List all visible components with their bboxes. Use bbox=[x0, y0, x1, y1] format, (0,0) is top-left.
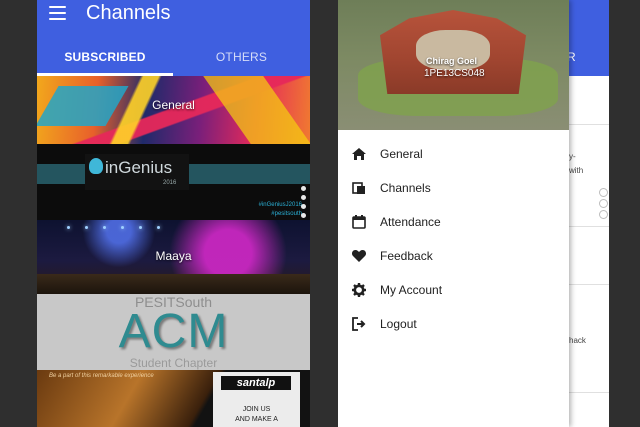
drawer-header: Chirag Goel 1PE13CS048 bbox=[338, 0, 569, 130]
channels-icon bbox=[352, 182, 365, 194]
channels-screen: Channels SUBSCRIBED OTHERS General inGen… bbox=[37, 0, 310, 427]
channel-card-santalp[interactable]: Be a part of this remarkable experience … bbox=[37, 370, 310, 427]
acm-logo: ACM bbox=[118, 305, 229, 358]
channel-card-general[interactable]: General bbox=[37, 76, 310, 144]
profile-name: Chirag Goel bbox=[426, 56, 478, 66]
drawer-item-label: My Account bbox=[380, 283, 443, 297]
menu-icon[interactable] bbox=[49, 6, 66, 20]
drawer-item-label: Channels bbox=[380, 181, 431, 195]
channel-label: General bbox=[152, 98, 195, 112]
drawer-item-logout[interactable]: Logout bbox=[338, 309, 569, 339]
santalp-poster: santalp JOIN US AND MAKE A bbox=[213, 372, 300, 427]
channel-card-maaya[interactable]: Maaya bbox=[37, 220, 310, 294]
profile-id: 1PE13CS048 bbox=[424, 68, 485, 79]
channel-card-acm[interactable]: PESITSouth ACM Student Chapter bbox=[37, 294, 310, 370]
page-title: Channels bbox=[86, 2, 171, 24]
heart-icon bbox=[351, 250, 367, 262]
drawer-item-attendance[interactable]: Attendance bbox=[338, 207, 569, 237]
drawer-item-general[interactable]: General bbox=[338, 139, 569, 169]
home-icon bbox=[352, 148, 366, 160]
calendar-icon bbox=[352, 215, 366, 229]
drawer-item-channels[interactable]: Channels bbox=[338, 173, 569, 203]
ingenius-logo: inGenius 2016 bbox=[85, 154, 189, 190]
drawer-item-label: Logout bbox=[380, 317, 417, 331]
drawer-screen: R y- with hack Chirag Goel 1PE13CS048 Ge… bbox=[338, 0, 609, 427]
background-app-bar bbox=[569, 0, 609, 76]
bulb-icon bbox=[89, 158, 103, 174]
tab-others[interactable]: OTHERS bbox=[173, 49, 310, 65]
channel-label: Maaya bbox=[155, 249, 192, 263]
gear-icon bbox=[352, 283, 366, 297]
drawer-item-my-account[interactable]: My Account bbox=[338, 275, 569, 305]
drawer-item-label: Feedback bbox=[380, 249, 433, 263]
hashtag-text: #inGeniusJ2016 bbox=[258, 202, 302, 208]
logout-icon bbox=[352, 317, 366, 331]
santalp-logo: santalp bbox=[221, 376, 291, 390]
drawer-item-label: Attendance bbox=[380, 215, 441, 229]
tab-subscribed[interactable]: SUBSCRIBED bbox=[37, 49, 173, 65]
drawer-item-feedback[interactable]: Feedback bbox=[338, 241, 569, 271]
app-bar: Channels SUBSCRIBED OTHERS bbox=[37, 0, 310, 76]
channel-card-ingenius[interactable]: inGenius 2016 #inGeniusJ2016 #pesitsouth bbox=[37, 144, 310, 220]
radio-icon bbox=[599, 199, 608, 208]
radio-icon bbox=[599, 188, 608, 197]
drawer-item-label: General bbox=[380, 147, 423, 161]
navigation-drawer: Chirag Goel 1PE13CS048 General Channels bbox=[338, 0, 569, 427]
overflow-dots-icon[interactable] bbox=[301, 186, 307, 222]
hashtag-text: #pesitsouth bbox=[271, 211, 302, 217]
radio-icon bbox=[599, 210, 608, 219]
